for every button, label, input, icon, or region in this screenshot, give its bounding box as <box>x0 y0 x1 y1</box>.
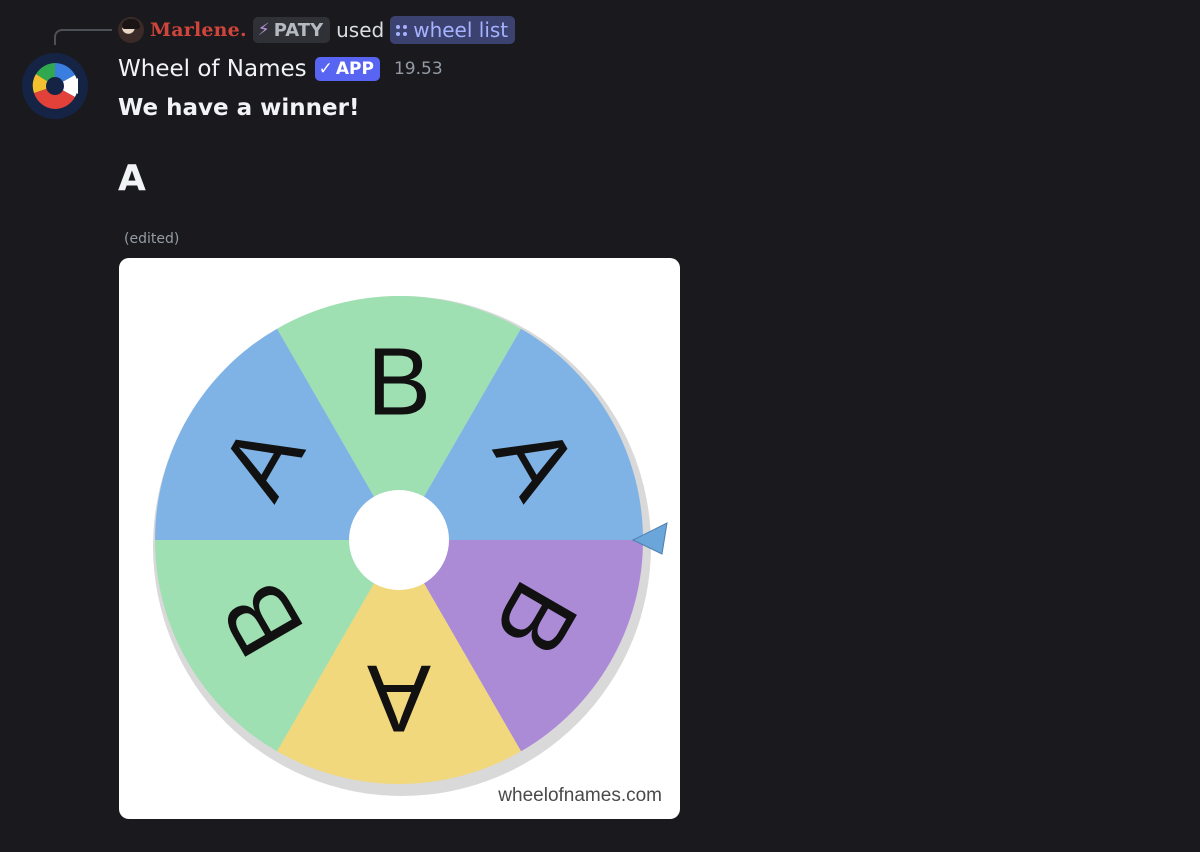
replied-username[interactable]: Marlene. <box>150 19 247 41</box>
wheel-segment-label: A <box>367 645 431 752</box>
bolt-icon: ⚡ <box>257 20 270 40</box>
app-badge-label: APP <box>335 59 374 79</box>
checkmark-icon: ✓ <box>318 59 333 79</box>
message-text: We have a winner! <box>118 95 360 121</box>
edited-indicator: (edited) <box>124 231 180 247</box>
app-badge: ✓ APP <box>314 57 380 81</box>
app-command-icon <box>396 24 408 36</box>
reply-context: Marlene. ⚡ PATY used wheel list <box>118 16 516 44</box>
message-header: Wheel of Names ✓ APP 19.53 <box>118 53 443 85</box>
wheel-of-names-logo-icon <box>22 53 88 119</box>
reply-connector <box>54 29 112 45</box>
wheel-center-hub <box>349 490 449 590</box>
watermark-text: wheelofnames.com <box>498 785 662 806</box>
guild-tag-label: PATY <box>273 19 324 41</box>
guild-tag[interactable]: ⚡ PATY <box>252 17 331 43</box>
replied-user-avatar[interactable] <box>118 17 144 43</box>
winner-heading: A <box>118 158 146 199</box>
bot-avatar[interactable] <box>22 53 88 119</box>
command-name: wheel list <box>413 18 509 42</box>
message-timestamp[interactable]: 19.53 <box>394 59 443 79</box>
wheel-graphic: BABABA <box>153 296 668 796</box>
used-label: used <box>336 18 385 42</box>
wheel-image-attachment[interactable]: BABABA wheelofnames.com <box>119 258 680 819</box>
wheel-segment-label: B <box>367 329 431 436</box>
slash-command-mention[interactable]: wheel list <box>390 16 516 44</box>
author-name[interactable]: Wheel of Names <box>118 56 307 82</box>
